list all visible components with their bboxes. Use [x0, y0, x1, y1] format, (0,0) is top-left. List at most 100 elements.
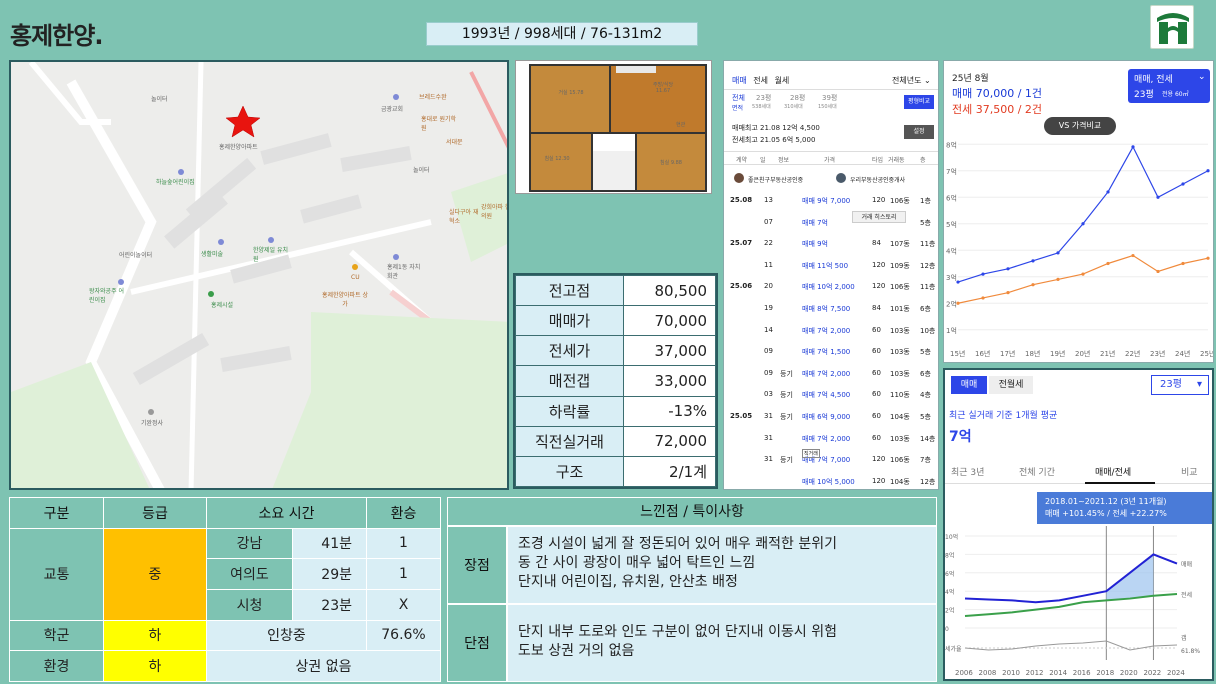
price-trend-chart[interactable]: 25년 8월 매매 70,000 / 1건 전세 37,500 / 2건 매매,…	[943, 60, 1214, 363]
cons-line: 단지 내부 도로와 인도 구분이 없어 단지내 이동시 위험	[518, 624, 837, 640]
y-tick-label: 1억	[946, 327, 957, 335]
table-row[interactable]: 25.07 22 매매 9억 84 107동 11층	[724, 232, 938, 254]
notes-header: 느낀점 / 특이사항	[447, 497, 937, 526]
avatar	[734, 173, 744, 183]
year-filter[interactable]: 전체년도 ⌄	[892, 75, 931, 86]
tab-sale[interactable]: 매매	[732, 76, 747, 85]
size-option[interactable]: 전체	[732, 93, 745, 103]
map-label: 기완정사	[141, 420, 164, 427]
x-tick-label: 22년	[1125, 349, 1140, 358]
commute-transfer: 1	[366, 527, 441, 560]
cell-d: 09	[764, 347, 773, 356]
commute-transfer: 1	[366, 558, 441, 590]
x-tick-label: 20년	[1075, 349, 1090, 358]
cell-tag: 등기	[780, 456, 793, 465]
cell-price: 매매 7억	[802, 218, 828, 227]
cell-fl: 7층	[920, 456, 931, 465]
settings-button[interactable]: 설정	[904, 125, 934, 139]
cell-fl: 5층	[920, 413, 931, 421]
size-option[interactable]: 28평	[790, 93, 805, 103]
cell-d: 19	[764, 304, 773, 312]
school-label: 학군	[9, 619, 104, 652]
map-label: 강희아파 한의원	[481, 204, 509, 220]
cell-tag: 등기	[780, 391, 793, 400]
map-label: 어린이놀이터	[119, 252, 153, 259]
map-label: 서대문	[446, 139, 463, 146]
x-tick-label: 2014	[1049, 669, 1067, 677]
x-tick-label: 2010	[1002, 669, 1020, 677]
table-row[interactable]: 11 매매 11억 500 120 109동 12층	[724, 254, 938, 276]
price-label: 하락률	[515, 395, 624, 427]
chevron-down-icon: ⌄	[924, 76, 931, 85]
cell-tag: 등기	[780, 369, 793, 378]
table-row[interactable]: 19 매매 8억 7,500 84 101동 6층	[724, 297, 938, 319]
table-row[interactable]: 25.06 20 매매 10억 2,000 120 106동 11층	[724, 275, 938, 297]
x-tick-label: 18년	[1025, 349, 1040, 358]
price-value: 33,000	[623, 365, 716, 397]
x-tick-label: 2020	[1120, 669, 1138, 677]
map-label: 하늘숲어린이집	[156, 179, 195, 186]
table-row[interactable]: 25.08 13 매매 9억 7,000 120 106동 1층	[724, 189, 938, 211]
table-row[interactable]: 03 등기 매매 7억 4,500 60 110동 4층	[724, 383, 938, 405]
location-map[interactable]: 홍제한양아파트 놀이터 금광교회 브레드수완 홍대로 원기학원 서대문 하늘숲어…	[9, 60, 509, 490]
cell-fl: 12층	[920, 477, 936, 486]
cell-ym: 25.07	[730, 239, 753, 248]
school-grade: 하	[103, 619, 207, 652]
cell-type: 60	[872, 325, 881, 334]
data-point	[1131, 145, 1135, 149]
gap-area	[1106, 554, 1154, 601]
x-tick-label: 15년	[950, 349, 965, 358]
environment-label: 환경	[9, 650, 104, 682]
cell-dong: 106동	[890, 456, 910, 465]
environment-grade: 하	[103, 650, 207, 682]
size-sub: 310세대	[784, 104, 803, 110]
room-label: 거실 15.78	[558, 90, 584, 96]
tab-monthly[interactable]: 월세	[775, 76, 790, 85]
cell-ym: 25.05	[730, 412, 753, 420]
col-header: 소요 시간	[206, 497, 367, 529]
cell-price: 매매 7억 1,500	[802, 348, 851, 357]
map-label: CU	[351, 274, 360, 281]
table-row[interactable]: 31 등기 매매 7억 7,000 120 106동 7층	[724, 448, 938, 470]
data-point	[1056, 251, 1060, 255]
data-point	[1031, 283, 1035, 287]
cell-dong: 109동	[890, 261, 910, 270]
room-label: 침실 12.30	[544, 156, 570, 162]
data-point	[1181, 182, 1185, 186]
col-header: 환승	[366, 497, 441, 529]
table-row[interactable]: 14 매매 7억 2,000 60 103동 10층	[724, 319, 938, 341]
tab-jeonse[interactable]: 전세	[753, 76, 768, 85]
table-row[interactable]: 25.05 31 등기 매매 6억 9,000 60 104동 5층	[724, 405, 938, 427]
table-row[interactable]: 31 매매 7억 2,000 60 103동 14층	[724, 427, 938, 449]
cell-fl: 6층	[920, 305, 931, 313]
price-chart-svg: 1억 2억 3억 4억 5억 6억 7억 8억 15년 16년 17년 18년 19년 20년 21년 22년…	[946, 141, 1213, 358]
x-tick-label: 2016	[1073, 669, 1091, 677]
table-row[interactable]: 07 매매 7억 5층	[724, 211, 938, 233]
compare-size-button[interactable]: 평형비교	[904, 95, 934, 109]
data-point	[956, 301, 960, 305]
cell-fl: 12층	[920, 261, 936, 270]
size-option[interactable]: 39평	[822, 93, 837, 103]
x-tick-label: 24년	[1175, 349, 1190, 358]
size-option[interactable]: 23평	[756, 93, 771, 103]
col-header: 일	[760, 157, 766, 164]
series-label: 갭	[1181, 635, 1187, 642]
map-label: 한양제일 유치원	[253, 247, 289, 263]
y-tick-label: 4억	[945, 588, 954, 596]
year-filter-label: 전체년도	[892, 76, 922, 85]
commute-place: 여의도	[206, 558, 293, 590]
table-row[interactable]: 09 매매 7억 1,500 60 103동 5층	[724, 340, 938, 362]
y-tick-label: 2억	[945, 607, 954, 615]
cell-fl: 5층	[920, 218, 931, 227]
commute-time: 29분	[292, 558, 367, 590]
table-row[interactable]: 매매 10억 5,000 120 104동 12층	[724, 470, 938, 489]
map-label: 왕자와공주 어린이집	[89, 288, 125, 304]
cell-dong: 103동	[890, 326, 910, 335]
location-info-table: 구분 등급 소요 시간 환승 교통 중 강남 41분 1 여의도 29분 1 시…	[9, 497, 441, 682]
size-sub: 150세대	[818, 104, 837, 110]
complex-summary: 1993년 / 998세대 / 76-131m2	[426, 22, 698, 46]
agent-name: 좋은친구부동산공인중	[748, 177, 804, 184]
cell-dong: 104동	[890, 477, 910, 486]
table-row[interactable]: 09 등기 매매 7억 2,000 60 103동 6층	[724, 362, 938, 384]
y-tick-label: 10억	[945, 533, 958, 541]
